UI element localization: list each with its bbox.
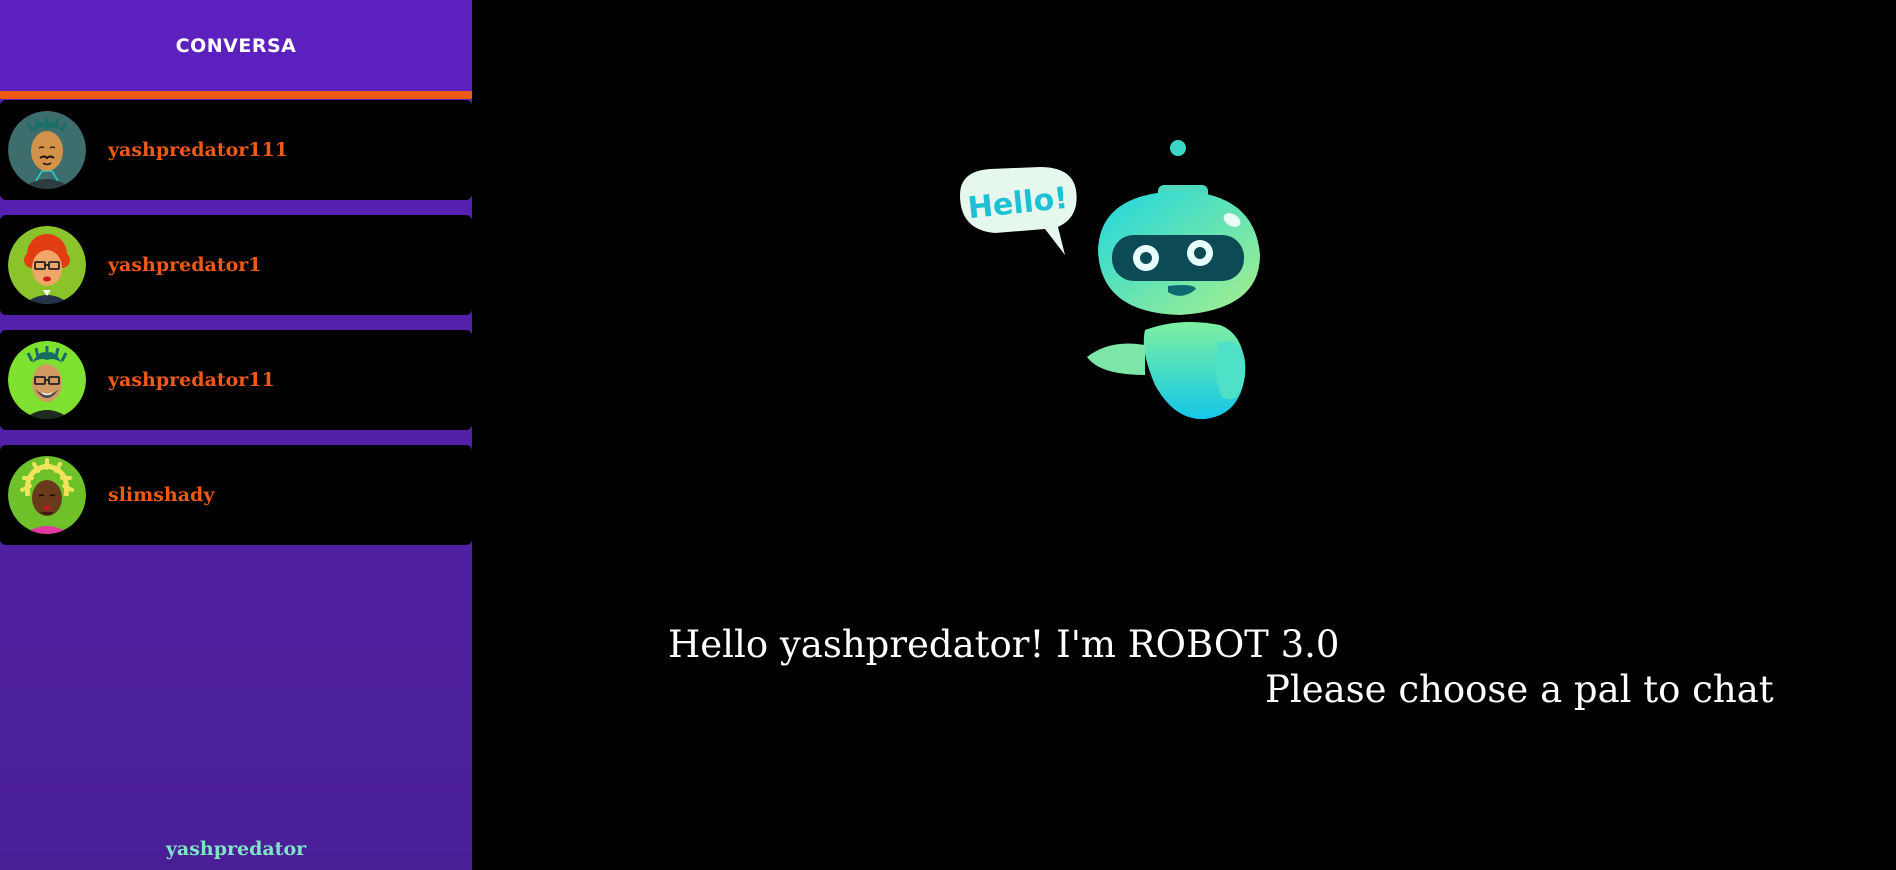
avatar-teal-mustache-icon	[8, 111, 86, 189]
contact-name: yashpredator111	[108, 139, 288, 161]
greeting-suffix: ! I'm ROBOT 3.0	[1029, 623, 1340, 666]
contact-item-yashpredator111[interactable]: yashpredator111	[0, 100, 472, 200]
app-title: CONVERSA	[175, 34, 297, 57]
contact-item-yashpredator1[interactable]: yashpredator1	[0, 215, 472, 315]
robot-illustration: Hello!	[950, 135, 1300, 459]
sidebar: CONVERSA yashpredator111 yashpredator1 y…	[0, 0, 472, 870]
avatar	[8, 226, 86, 304]
greeting-username: yashpredator	[779, 623, 1030, 666]
contact-item-yashpredator11[interactable]: yashpredator11	[0, 330, 472, 430]
contact-name: yashpredator11	[108, 369, 275, 391]
robot-hello-icon: Hello!	[960, 140, 1260, 420]
contact-name: slimshady	[108, 484, 215, 506]
welcome-panel: Hello! Hello yashpredator! I'm ROBOT 3.0…	[472, 0, 1896, 870]
welcome-greeting: Hello yashpredator! I'm ROBOT 3.0	[668, 623, 1339, 666]
avatar	[8, 111, 86, 189]
greeting-prefix: Hello	[668, 623, 780, 666]
contact-item-slimshady[interactable]: slimshady	[0, 445, 472, 545]
avatar-yellow-dreadlocks-icon	[8, 456, 86, 534]
avatar	[8, 341, 86, 419]
avatar-red-hair-glasses-icon	[8, 226, 86, 304]
brand-divider	[0, 91, 472, 99]
avatar	[8, 456, 86, 534]
avatar-green-glasses-beard-icon	[8, 341, 86, 419]
contact-name: yashpredator1	[108, 254, 262, 276]
current-username: yashpredator	[165, 838, 307, 860]
welcome-subtitle: Please choose a pal to chat	[1265, 668, 1774, 711]
brand-header: CONVERSA	[0, 0, 472, 91]
